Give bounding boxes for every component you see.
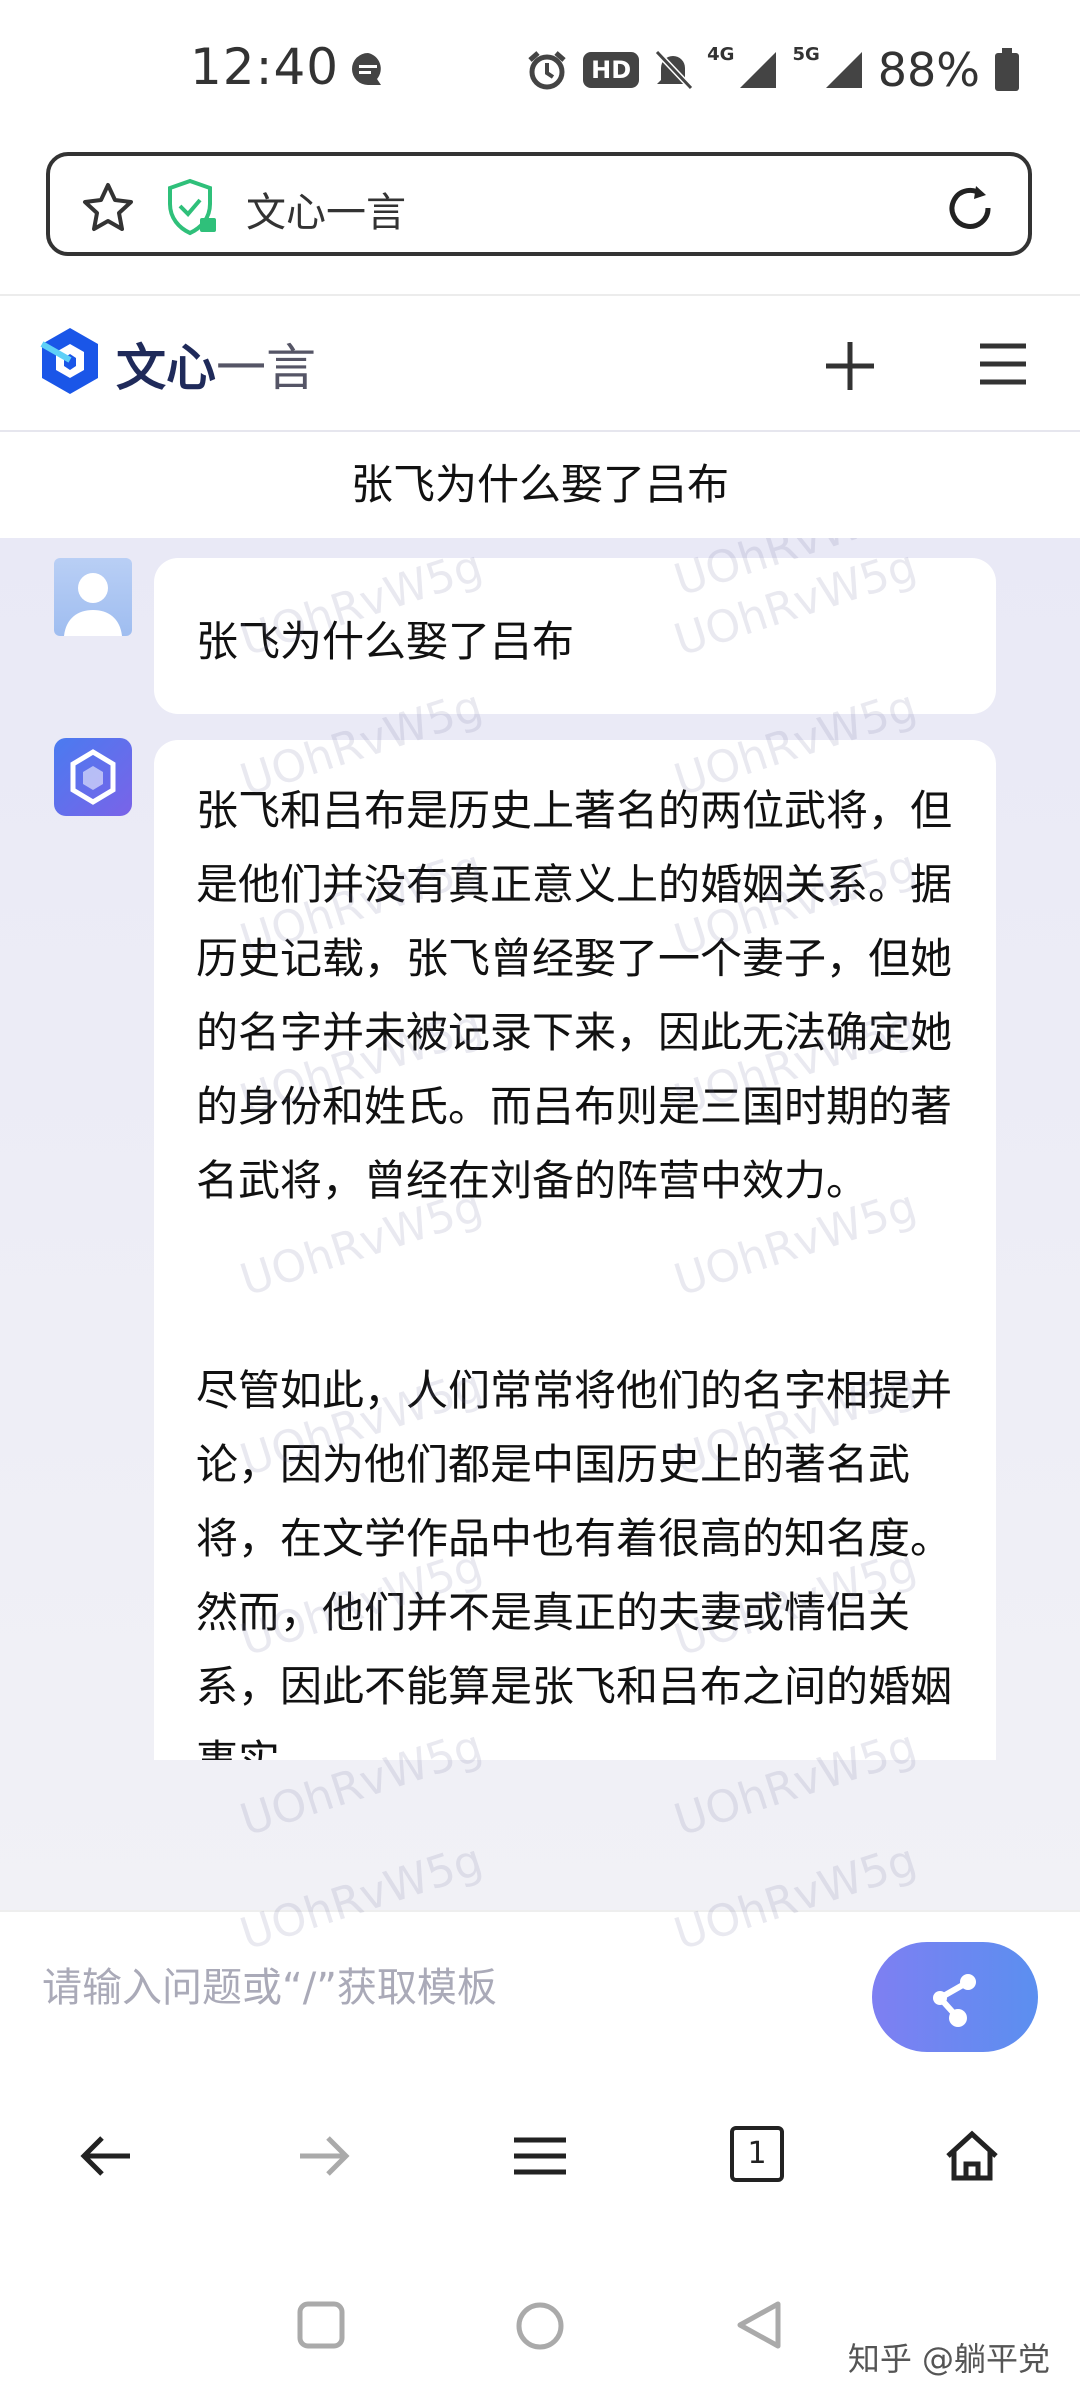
back-triangle-icon[interactable]	[734, 2300, 784, 2350]
conversation-title: 张飞为什么娶了吕布	[0, 432, 1080, 538]
browser-toolbar: 1	[0, 2078, 1080, 2238]
brand-name-light: 一言	[216, 339, 316, 397]
bot-message-bubble: 张飞和吕布是历史上著名的两位武将，但是他们并没有真正意义上的婚姻关系。据历史记载…	[154, 740, 996, 1760]
clock: 12:40	[190, 38, 340, 96]
menu-icon[interactable]	[978, 340, 1028, 388]
bookmark-star-icon[interactable]	[80, 180, 136, 236]
user-message-text: 张飞为什么娶了吕布	[196, 617, 575, 666]
bot-avatar-icon	[70, 749, 116, 805]
send-button[interactable]	[872, 1942, 1038, 2052]
system-navigation-bar: 知乎 @躺平党	[0, 2238, 1080, 2400]
battery-percent: 88%	[877, 43, 980, 97]
user-avatar-icon	[64, 573, 122, 636]
bot-avatar	[54, 738, 132, 816]
browser-menu-icon[interactable]	[512, 2128, 568, 2184]
back-arrow-icon[interactable]	[78, 2128, 134, 2184]
signal-4g-icon	[740, 52, 777, 88]
home-circle-icon[interactable]	[514, 2300, 566, 2352]
app-header: 文心一言	[0, 296, 1080, 430]
message-notification-icon	[352, 53, 381, 85]
brand-name: 文心一言	[116, 328, 316, 400]
alarm-icon	[528, 51, 566, 90]
status-bar: 12:40 HD 4G 5G 88%	[0, 0, 1080, 140]
brand-name-bold: 文心	[116, 339, 216, 397]
battery-icon	[995, 48, 1019, 91]
send-icon	[933, 1974, 976, 2027]
user-avatar	[54, 558, 132, 636]
hd-voice-badge: HD	[583, 52, 640, 88]
signal-5g-icon	[825, 52, 862, 88]
bot-message-paragraph: 张飞和吕布是历史上著名的两位武将，但是他们并没有真正意义上的婚姻关系。据历史记载…	[196, 786, 953, 1205]
forward-arrow-icon[interactable]	[296, 2128, 352, 2184]
page-title-text[interactable]: 文心一言	[246, 180, 406, 238]
ernie-logo-icon[interactable]	[38, 326, 102, 396]
user-message-bubble: 张飞为什么娶了吕布	[154, 558, 996, 714]
secure-shield-icon	[168, 178, 216, 236]
network-5g-label: 5G	[792, 44, 820, 65]
address-bar[interactable]: 文心一言	[46, 152, 1032, 256]
input-area: UOhRvW5g UOhRvW5g	[0, 1835, 1080, 2080]
reload-icon[interactable]	[942, 180, 998, 236]
credit-watermark: 知乎 @躺平党	[847, 2340, 1050, 2378]
tabs-button[interactable]: 1	[730, 2126, 784, 2182]
mute-bell-icon	[654, 49, 694, 91]
network-4g-label: 4G	[707, 44, 735, 65]
question-input[interactable]	[40, 1964, 844, 2012]
recents-square-icon[interactable]	[296, 2300, 346, 2350]
chat-area[interactable]: 张飞为什么娶了吕布 张飞和吕布是历史上著名的两位武将，但是他们并没有真正意义上的…	[0, 538, 1080, 1910]
home-icon[interactable]	[944, 2128, 1000, 2184]
bot-message-paragraph: 尽管如此，人们常常将他们的名字相提并论，因为他们都是中国历史上的著名武将，在文学…	[196, 1366, 953, 1760]
new-chat-button[interactable]	[822, 338, 878, 394]
status-icons: HD 4G 5G 88%	[525, 40, 1020, 100]
